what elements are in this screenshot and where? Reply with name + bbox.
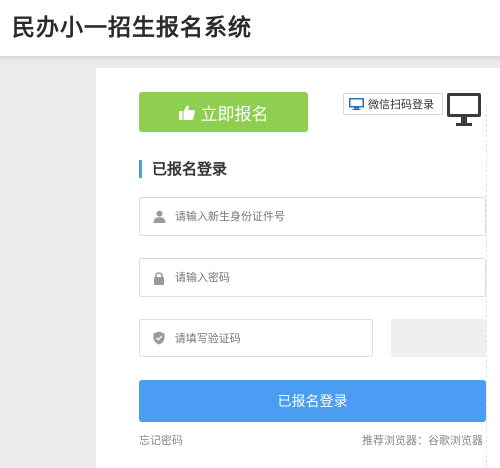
recommended-browser-note: 推荐浏览器：谷歌浏览器 <box>362 434 483 447</box>
id-number-input[interactable] <box>175 210 375 223</box>
monitor-switch-icon <box>447 93 486 134</box>
id-number-field[interactable] <box>139 197 486 236</box>
thumbs-up-icon <box>178 105 195 120</box>
password-input[interactable] <box>175 271 375 284</box>
registered-login-label: 已报名登录 <box>277 394 348 410</box>
wechat-qr-login-button[interactable]: 微信扫码登录 <box>343 93 443 115</box>
app-title: 民办小一招生报名系统 <box>12 15 252 41</box>
wechat-qr-login-label: 微信扫码登录 <box>368 98 434 111</box>
panel-divider <box>486 104 487 468</box>
top-header: 民办小一招生报名系统 <box>0 0 500 57</box>
lock-icon <box>152 271 166 285</box>
monitor-icon <box>349 98 364 110</box>
apply-now-button[interactable]: 立即报名 <box>139 92 308 132</box>
login-section-title: 已报名登录 <box>139 160 227 178</box>
shield-icon <box>152 331 166 345</box>
apply-now-label: 立即报名 <box>200 104 269 125</box>
captcha-field[interactable] <box>139 319 373 357</box>
registered-login-button[interactable]: 已报名登录 <box>139 380 486 422</box>
user-icon <box>152 210 166 223</box>
password-field[interactable] <box>139 258 486 297</box>
captcha-image[interactable] <box>391 319 486 357</box>
forgot-password-link[interactable]: 忘记密码 <box>139 432 183 448</box>
qr-toggle[interactable] <box>446 92 486 138</box>
captcha-input[interactable] <box>174 331 372 345</box>
